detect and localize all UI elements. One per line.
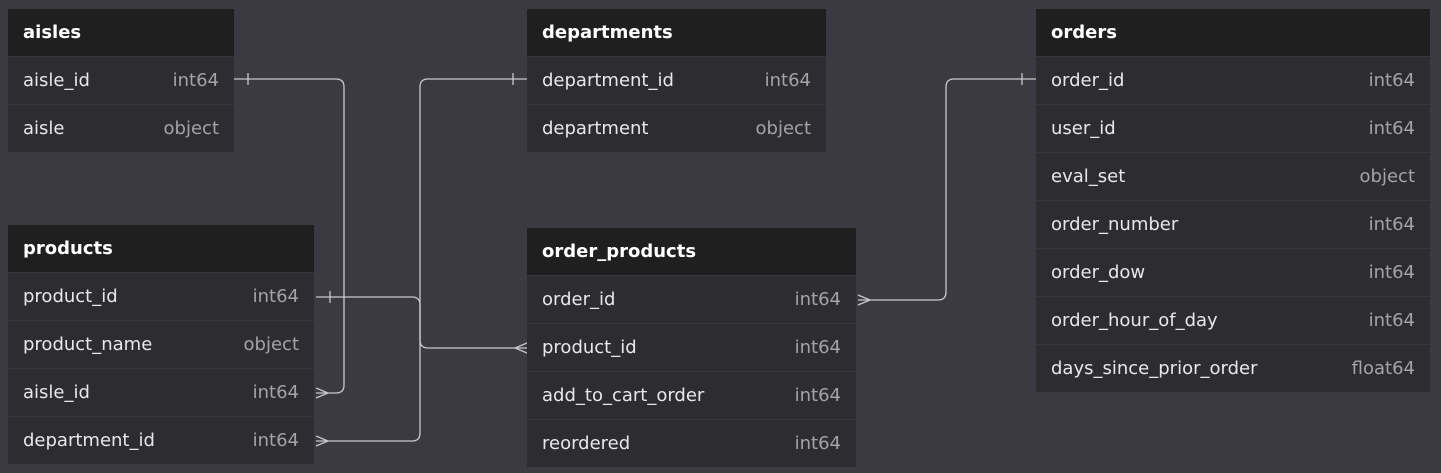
column-type: int64 <box>252 286 299 307</box>
column-row: order_number int64 <box>1036 200 1430 248</box>
column-name: order_hour_of_day <box>1051 310 1218 331</box>
column-type: int64 <box>1368 70 1415 91</box>
entity-title: products <box>8 225 314 272</box>
column-type: int64 <box>794 289 841 310</box>
column-type: object <box>755 118 811 139</box>
column-row: order_id int64 <box>527 275 856 323</box>
column-type: int64 <box>794 337 841 358</box>
column-name: product_id <box>23 286 118 307</box>
column-name: product_name <box>23 334 153 355</box>
column-type: int64 <box>252 382 299 403</box>
column-row: user_id int64 <box>1036 104 1430 152</box>
column-type: object <box>1359 166 1415 187</box>
column-type: int64 <box>1368 310 1415 331</box>
column-type: int64 <box>1368 262 1415 283</box>
relation-orders-order-products <box>857 73 1036 306</box>
column-name: department_id <box>542 70 674 91</box>
column-row: aisle object <box>8 104 234 152</box>
column-name: department_id <box>23 430 155 451</box>
column-name: product_id <box>542 337 637 358</box>
relation-departments-products <box>315 73 527 447</box>
column-row: department_id int64 <box>527 56 826 104</box>
entity-orders[interactable]: orders order_id int64 user_id int64 eval… <box>1036 9 1430 392</box>
column-name: order_id <box>542 289 616 310</box>
column-row: product_id int64 <box>527 323 856 371</box>
entity-products[interactable]: products product_id int64 product_name o… <box>8 225 314 464</box>
column-row: product_id int64 <box>8 272 314 320</box>
entity-title: orders <box>1036 9 1430 56</box>
relation-products-order-products <box>316 291 528 354</box>
column-type: int64 <box>1368 118 1415 139</box>
column-name: order_id <box>1051 70 1125 91</box>
entity-title: aisles <box>8 9 234 56</box>
column-row: add_to_cart_order int64 <box>527 371 856 419</box>
column-row: eval_set object <box>1036 152 1430 200</box>
column-row: order_dow int64 <box>1036 248 1430 296</box>
column-name: order_dow <box>1051 262 1146 283</box>
column-name: aisle_id <box>23 70 90 91</box>
column-row: department_id int64 <box>8 416 314 464</box>
column-name: department <box>542 118 649 139</box>
column-row: product_name object <box>8 320 314 368</box>
column-name: aisle_id <box>23 382 90 403</box>
entity-title: departments <box>527 9 826 56</box>
column-type: int64 <box>1368 214 1415 235</box>
column-type: int64 <box>794 385 841 406</box>
column-type: int64 <box>172 70 219 91</box>
column-name: days_since_prior_order <box>1051 358 1258 379</box>
column-type: int64 <box>252 430 299 451</box>
column-row: days_since_prior_order float64 <box>1036 344 1430 392</box>
column-name: aisle <box>23 118 65 139</box>
entity-departments[interactable]: departments department_id int64 departme… <box>527 9 826 152</box>
column-type: int64 <box>764 70 811 91</box>
entity-aisles[interactable]: aisles aisle_id int64 aisle object <box>8 9 234 152</box>
column-name: reordered <box>542 433 631 454</box>
column-row: aisle_id int64 <box>8 368 314 416</box>
column-name: user_id <box>1051 118 1116 139</box>
column-type: int64 <box>794 433 841 454</box>
column-type: object <box>243 334 299 355</box>
column-row: aisle_id int64 <box>8 56 234 104</box>
column-row: reordered int64 <box>527 419 856 467</box>
column-name: add_to_cart_order <box>542 385 705 406</box>
column-row: department object <box>527 104 826 152</box>
entity-order-products[interactable]: order_products order_id int64 product_id… <box>527 228 856 467</box>
column-name: order_number <box>1051 214 1179 235</box>
column-type: object <box>163 118 219 139</box>
column-row: order_hour_of_day int64 <box>1036 296 1430 344</box>
entity-title: order_products <box>527 228 856 275</box>
column-row: order_id int64 <box>1036 56 1430 104</box>
column-name: eval_set <box>1051 166 1126 187</box>
column-type: float64 <box>1351 358 1415 379</box>
